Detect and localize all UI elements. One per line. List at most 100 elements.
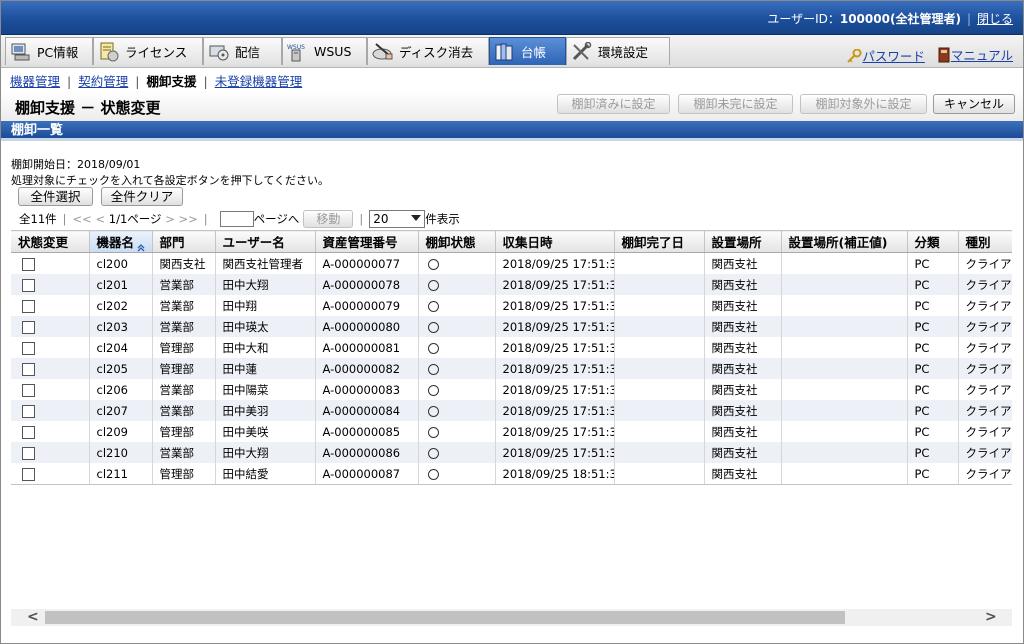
first-page-button[interactable]: << bbox=[73, 212, 92, 226]
table-cell: 関西支社 bbox=[704, 400, 782, 421]
table-cell: PC bbox=[907, 442, 959, 463]
divider: | bbox=[359, 212, 364, 226]
per-page-select[interactable]: 20 bbox=[369, 210, 426, 228]
table-cell: A-000000083 bbox=[315, 379, 419, 400]
column-header-label: 状態変更 bbox=[18, 235, 69, 250]
table-cell: A-000000085 bbox=[315, 421, 419, 442]
row-checkbox[interactable] bbox=[22, 320, 35, 334]
column-header[interactable]: 分類 bbox=[907, 230, 959, 253]
table-cell: 関西支社 bbox=[704, 463, 782, 485]
column-header-label: 棚卸完了日 bbox=[621, 235, 685, 250]
inventory-table: 状態変更 機器名 部門 ユーザー名 資産管理番号 棚卸状態 収集日時 棚卸完了日 設置場所 設置場… bbox=[11, 230, 1012, 485]
pc-info-icon bbox=[10, 42, 32, 62]
tab-pc-info[interactable]: PC情報 bbox=[5, 37, 93, 65]
table-cell: クライアン bbox=[958, 316, 1012, 337]
move-button[interactable]: 移動 bbox=[303, 210, 354, 228]
row-checkbox[interactable] bbox=[22, 446, 35, 460]
manual-link[interactable]: マニュアル bbox=[937, 45, 1013, 64]
table-cell bbox=[11, 463, 90, 485]
status-circle-icon bbox=[427, 258, 439, 270]
next-page-button[interactable]: > bbox=[165, 212, 175, 226]
row-checkbox[interactable] bbox=[22, 257, 35, 271]
page-info: 1/1ページ bbox=[108, 212, 162, 226]
column-header[interactable]: 収集日時 bbox=[495, 230, 615, 253]
column-header[interactable]: 状態変更 bbox=[11, 230, 90, 253]
sub-navigation: 機器管理 | 契約管理 | 棚卸支援 | 未登録機器管理 bbox=[10, 71, 302, 90]
select-all-button[interactable]: 全件選択 bbox=[18, 187, 93, 206]
table-cell: A-000000079 bbox=[315, 295, 419, 316]
main-tab-bar: PC情報 ライセンス 配信 WSUS WSUS ディスク消去 台帳 環境設定 パ… bbox=[1, 35, 1023, 68]
table-cell: 関西支社 bbox=[704, 421, 782, 442]
table-cell: 営業部 bbox=[152, 295, 216, 316]
subnav-inventory-support: 棚卸支援 bbox=[146, 74, 197, 89]
row-checkbox[interactable] bbox=[22, 467, 35, 481]
subnav-contract-management[interactable]: 契約管理 bbox=[78, 74, 128, 89]
tab-distribution[interactable]: 配信 bbox=[203, 37, 282, 65]
row-checkbox[interactable] bbox=[22, 278, 35, 292]
tab-settings[interactable]: 環境設定 bbox=[566, 37, 670, 65]
set-incomplete-button[interactable]: 棚卸未完に設定 bbox=[678, 94, 793, 114]
prev-page-button[interactable]: < bbox=[95, 212, 105, 226]
table-cell bbox=[781, 400, 908, 421]
table-cell: PC bbox=[907, 274, 959, 295]
status-circle-icon bbox=[427, 342, 439, 354]
user-id-label: ユーザーID： bbox=[767, 12, 840, 26]
horizontal-scrollbar[interactable]: < > bbox=[11, 609, 1012, 626]
table-cell bbox=[781, 421, 908, 442]
table-cell bbox=[418, 358, 496, 379]
cancel-button[interactable]: キャンセル bbox=[933, 94, 1015, 114]
column-header[interactable]: 機器名 bbox=[89, 230, 153, 253]
table-cell bbox=[781, 337, 908, 358]
table-cell: PC bbox=[907, 295, 959, 316]
column-header[interactable]: 種別 bbox=[958, 230, 1012, 253]
subnav-device-management[interactable]: 機器管理 bbox=[10, 74, 60, 89]
column-header-label: 種別 bbox=[965, 235, 991, 250]
column-header[interactable]: 棚卸状態 bbox=[418, 230, 496, 253]
tab-disk-erase[interactable]: ディスク消去 bbox=[367, 37, 489, 65]
page-number-input[interactable] bbox=[219, 211, 254, 227]
divider: | bbox=[203, 74, 208, 89]
column-header-label: 部門 bbox=[159, 235, 185, 250]
column-header[interactable]: 設置場所 bbox=[704, 230, 782, 253]
top-header: ユーザーID：100000(全社管理者) | 閉じる bbox=[1, 1, 1023, 35]
pager: 全11件 | << < 1/1ページ > >> | ページへ 移動 | 20 件… bbox=[19, 210, 460, 228]
table-row: cl205 管理部 田中蓮 A-000000082 2018/09/25 17:51:3… bbox=[11, 358, 1012, 379]
password-link[interactable]: パスワード bbox=[846, 46, 925, 65]
scrollbar-thumb[interactable] bbox=[45, 611, 845, 624]
manual-link-label[interactable]: マニュアル bbox=[951, 45, 1013, 64]
status-circle-icon bbox=[427, 447, 439, 459]
table-cell: クライアン bbox=[958, 358, 1012, 379]
column-header[interactable]: 部門 bbox=[152, 230, 216, 253]
tab-license[interactable]: ライセンス bbox=[93, 37, 203, 65]
column-header[interactable]: ユーザー名 bbox=[215, 230, 316, 253]
table-cell bbox=[781, 274, 908, 295]
row-checkbox[interactable] bbox=[22, 404, 35, 418]
column-header[interactable]: 資産管理番号 bbox=[315, 230, 419, 253]
table-cell bbox=[614, 379, 705, 400]
table-row: cl210 営業部 田中大翔 A-000000086 2018/09/25 17:51:… bbox=[11, 442, 1012, 463]
close-link[interactable]: 閉じる bbox=[977, 12, 1013, 26]
tab-ledger[interactable]: 台帳 bbox=[489, 37, 566, 65]
row-checkbox[interactable] bbox=[22, 299, 35, 313]
set-inventoried-button[interactable]: 棚卸済みに設定 bbox=[557, 94, 670, 114]
tab-wsus[interactable]: WSUS WSUS bbox=[282, 37, 367, 65]
subnav-unregistered-devices[interactable]: 未登録機器管理 bbox=[215, 74, 303, 89]
password-link-label[interactable]: パスワード bbox=[862, 46, 925, 65]
book-icon bbox=[938, 47, 950, 62]
table-header-row: 状態変更 機器名 部門 ユーザー名 資産管理番号 棚卸状態 収集日時 棚卸完了日 設置場所 設置場… bbox=[11, 230, 1012, 253]
table-cell: 田中結愛 bbox=[215, 463, 316, 485]
table-cell bbox=[418, 337, 496, 358]
row-checkbox[interactable] bbox=[22, 425, 35, 439]
page-header: 棚卸支援 － 状態変更 棚卸済みに設定 棚卸未完に設定 棚卸対象外に設定 キャン… bbox=[1, 91, 1023, 122]
row-checkbox[interactable] bbox=[22, 341, 35, 355]
last-page-button[interactable]: >> bbox=[178, 212, 197, 226]
scroll-right-arrow[interactable]: > bbox=[985, 609, 997, 626]
row-checkbox[interactable] bbox=[22, 383, 35, 397]
table-cell bbox=[614, 252, 705, 274]
clear-all-button[interactable]: 全件クリア bbox=[101, 187, 183, 206]
column-header[interactable]: 棚卸完了日 bbox=[614, 230, 705, 253]
row-checkbox[interactable] bbox=[22, 362, 35, 376]
scroll-left-arrow[interactable]: < bbox=[27, 609, 39, 626]
set-excluded-button[interactable]: 棚卸対象外に設定 bbox=[800, 94, 927, 114]
column-header[interactable]: 設置場所(補正値) bbox=[781, 230, 908, 253]
